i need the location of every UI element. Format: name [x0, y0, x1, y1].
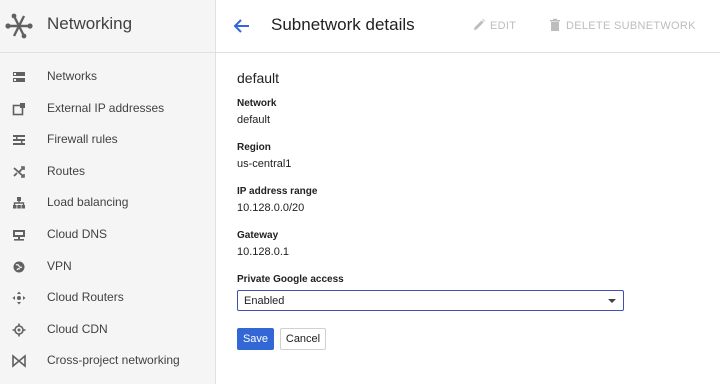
- sidebar-item-load-balancing[interactable]: Load balancing: [0, 188, 215, 218]
- private-access-select[interactable]: Enabled: [237, 290, 624, 311]
- sidebar-item-label: Cloud DNS: [47, 227, 108, 241]
- sidebar-item-cross-project[interactable]: Cross-project networking: [0, 346, 215, 376]
- sidebar: Networking Networks External IP addresse…: [0, 0, 216, 384]
- region-label: Region: [237, 142, 271, 153]
- ip-range-value: 10.128.0.0/20: [237, 202, 305, 214]
- dns-icon: [13, 230, 25, 241]
- sidebar-item-vpn[interactable]: VPN: [0, 252, 215, 282]
- sidebar-item-routes[interactable]: Routes: [0, 157, 215, 187]
- product-title: Networking: [47, 14, 133, 33]
- sidebar-item-firewall[interactable]: Firewall rules: [0, 125, 215, 155]
- trash-icon: [550, 18, 560, 31]
- routes-icon: [13, 166, 25, 178]
- firewall-icon: [13, 135, 25, 145]
- gateway-value: 10.128.0.1: [237, 246, 289, 258]
- cancel-button[interactable]: Cancel: [280, 328, 326, 350]
- pencil-icon: [474, 19, 485, 30]
- cross-project-icon: [12, 354, 26, 368]
- sidebar-item-label: Cloud Routers: [47, 290, 124, 304]
- sidebar-item-label: VPN: [47, 259, 72, 273]
- sidebar-item-cloud-dns[interactable]: Cloud DNS: [0, 220, 215, 250]
- app-root: Networking Networks External IP addresse…: [0, 0, 720, 384]
- networks-icon: [13, 72, 25, 82]
- ip-range-label: IP address range: [237, 186, 318, 197]
- product-header: Networking: [0, 0, 215, 53]
- dropdown-caret-icon: [608, 299, 616, 303]
- cdn-icon: [12, 323, 26, 337]
- sidebar-item-label: Load balancing: [47, 195, 129, 209]
- networking-logo-icon: [5, 13, 33, 39]
- sidebar-item-cloud-routers[interactable]: Cloud Routers: [0, 283, 215, 313]
- save-button[interactable]: Save: [237, 328, 274, 350]
- page-header: Subnetwork details EDIT DELETE SUBNETWOR…: [216, 0, 720, 53]
- gateway-label: Gateway: [237, 230, 279, 241]
- region-value: us-central1: [237, 158, 292, 170]
- network-value: default: [237, 114, 271, 126]
- back-arrow-icon[interactable]: [232, 16, 252, 36]
- delete-label: DELETE SUBNETWORK: [566, 20, 696, 32]
- load-balancing-icon: [13, 197, 25, 209]
- sidebar-item-label: Cross-project networking: [47, 353, 180, 367]
- delete-subnetwork-button[interactable]: DELETE SUBNETWORK: [548, 18, 708, 34]
- sidebar-item-external-ip[interactable]: External IP addresses: [0, 94, 215, 124]
- sidebar-item-networks[interactable]: Networks: [0, 62, 215, 92]
- edit-label: EDIT: [490, 20, 517, 32]
- routers-icon: [12, 291, 26, 305]
- private-access-label: Private Google access: [237, 274, 344, 285]
- sidebar-item-label: Firewall rules: [47, 132, 118, 146]
- edit-button[interactable]: EDIT: [472, 18, 532, 34]
- network-label: Network: [237, 98, 277, 109]
- sidebar-item-label: Cloud CDN: [47, 322, 108, 336]
- vpn-icon: [13, 261, 25, 273]
- subnetwork-name: default: [237, 70, 280, 86]
- sidebar-item-label: Networks: [47, 69, 98, 83]
- external-ip-icon: [12, 103, 25, 116]
- sidebar-item-label: Routes: [47, 164, 86, 178]
- page-title: Subnetwork details: [271, 15, 415, 34]
- private-access-value: Enabled: [244, 295, 285, 307]
- sidebar-item-label: External IP addresses: [47, 101, 165, 115]
- sidebar-item-cloud-cdn[interactable]: Cloud CDN: [0, 315, 215, 345]
